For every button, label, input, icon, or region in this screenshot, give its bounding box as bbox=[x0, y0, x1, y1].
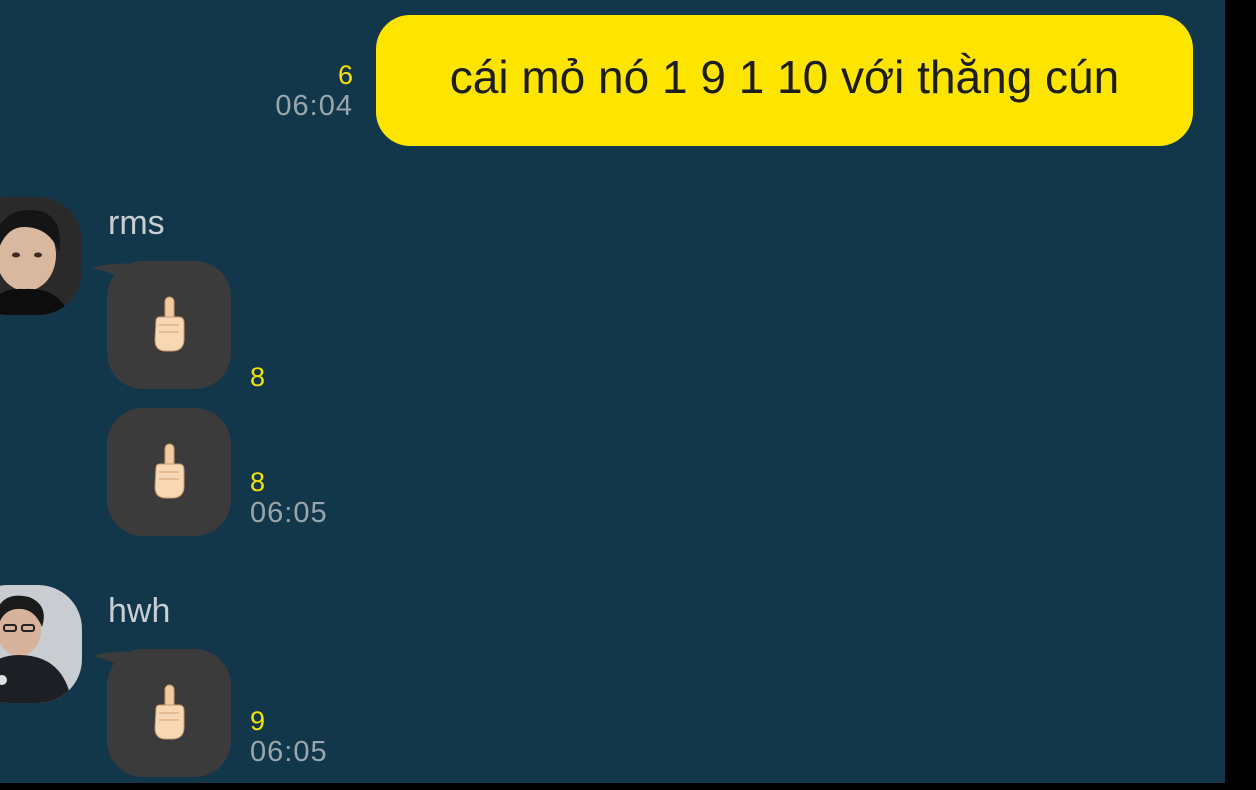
incoming-message-bubble[interactable] bbox=[107, 261, 231, 389]
incoming-message-bubble[interactable] bbox=[107, 649, 231, 777]
incoming-meta: 9 06:05 bbox=[250, 706, 328, 768]
message-time: 06:05 bbox=[250, 497, 328, 529]
incoming-meta: 8 bbox=[250, 362, 265, 392]
incoming-message-bubble[interactable] bbox=[107, 408, 231, 536]
unread-count: 8 bbox=[250, 362, 266, 392]
chat-area[interactable]: 6 06:04 cái mỏ nó 1 9 1 10 với thằng cún… bbox=[0, 0, 1225, 783]
sender-name: rms bbox=[108, 204, 165, 242]
avatar-rms[interactable] bbox=[0, 197, 82, 315]
outgoing-meta: 6 06:04 bbox=[275, 60, 353, 122]
middle-finger-emoji-icon bbox=[149, 683, 189, 743]
message-text: cái mỏ nó 1 9 1 10 với thằng cún bbox=[449, 50, 1120, 103]
incoming-meta: 8 06:05 bbox=[250, 467, 328, 529]
message-time: 06:05 bbox=[250, 736, 328, 768]
outgoing-message-bubble[interactable]: cái mỏ nó 1 9 1 10 với thằng cún bbox=[376, 15, 1193, 146]
middle-finger-emoji-icon bbox=[149, 295, 189, 355]
middle-finger-emoji-icon bbox=[149, 442, 189, 502]
unread-count: 8 bbox=[250, 467, 266, 497]
unread-count: 9 bbox=[250, 706, 266, 736]
unread-count: 6 bbox=[337, 60, 353, 90]
avatar-hwh[interactable] bbox=[0, 585, 82, 703]
message-time: 06:04 bbox=[275, 90, 353, 122]
sender-name: hwh bbox=[108, 592, 171, 630]
